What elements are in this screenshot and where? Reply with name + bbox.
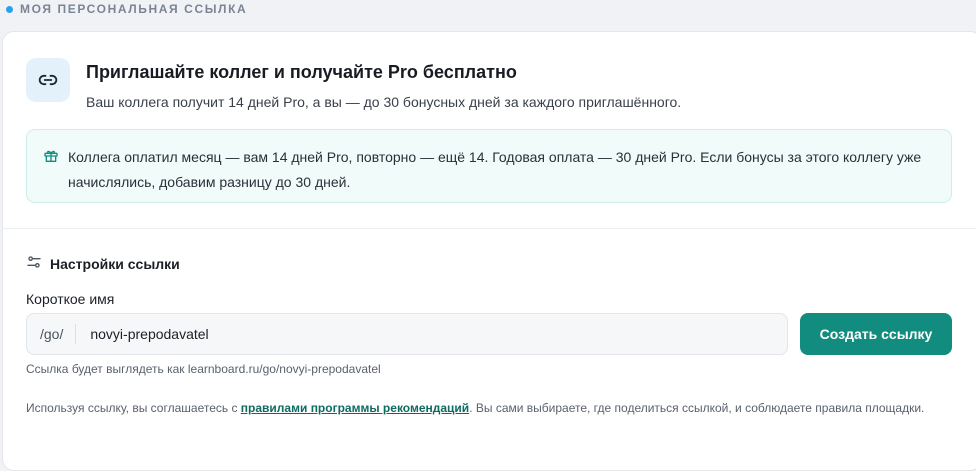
section-title: МОЯ ПЕРСОНАЛЬНАЯ ССЫЛКА [20,2,248,16]
divider [3,228,976,229]
section-header: МОЯ ПЕРСОНАЛЬНАЯ ССЫЛКА [6,0,247,18]
link-icon [26,58,70,102]
short-name-label: Короткое имя [26,291,115,307]
legal-text-before: Используя ссылку, вы соглашаетесь с [26,401,241,415]
legal-text-after: . Вы сами выбираете, где поделиться ссыл… [469,401,925,415]
create-link-button[interactable]: Создать ссылку [800,313,952,355]
status-dot [6,5,13,13]
notice-text: Коллега оплатил месяц — вам 14 дней Pro,… [68,149,922,190]
short-name-input[interactable] [76,314,787,354]
link-preview: Ссылка будет выглядеть как learnboard.ru… [26,362,381,376]
legal-note: Используя ссылку, вы соглашаетесь с прав… [26,398,926,418]
settings-heading: Настройки ссылки [26,254,180,273]
gift-icon [43,147,59,172]
hero-subtitle: Ваш коллега получит 14 дней Pro, а вы — … [86,94,682,110]
referral-card: Приглашайте коллег и получайте Pro беспл… [2,31,976,471]
hero-title: Приглашайте коллег и получайте Pro беспл… [86,62,517,82]
bonus-notice: Коллега оплатил месяц — вам 14 дней Pro,… [26,129,952,203]
sliders-icon [26,254,42,273]
short-name-field[interactable]: /go/ [26,313,788,355]
referral-rules-link[interactable]: правилами программы рекомендаций [241,401,469,415]
settings-title: Настройки ссылки [50,255,180,272]
url-prefix: /go/ [27,324,77,344]
